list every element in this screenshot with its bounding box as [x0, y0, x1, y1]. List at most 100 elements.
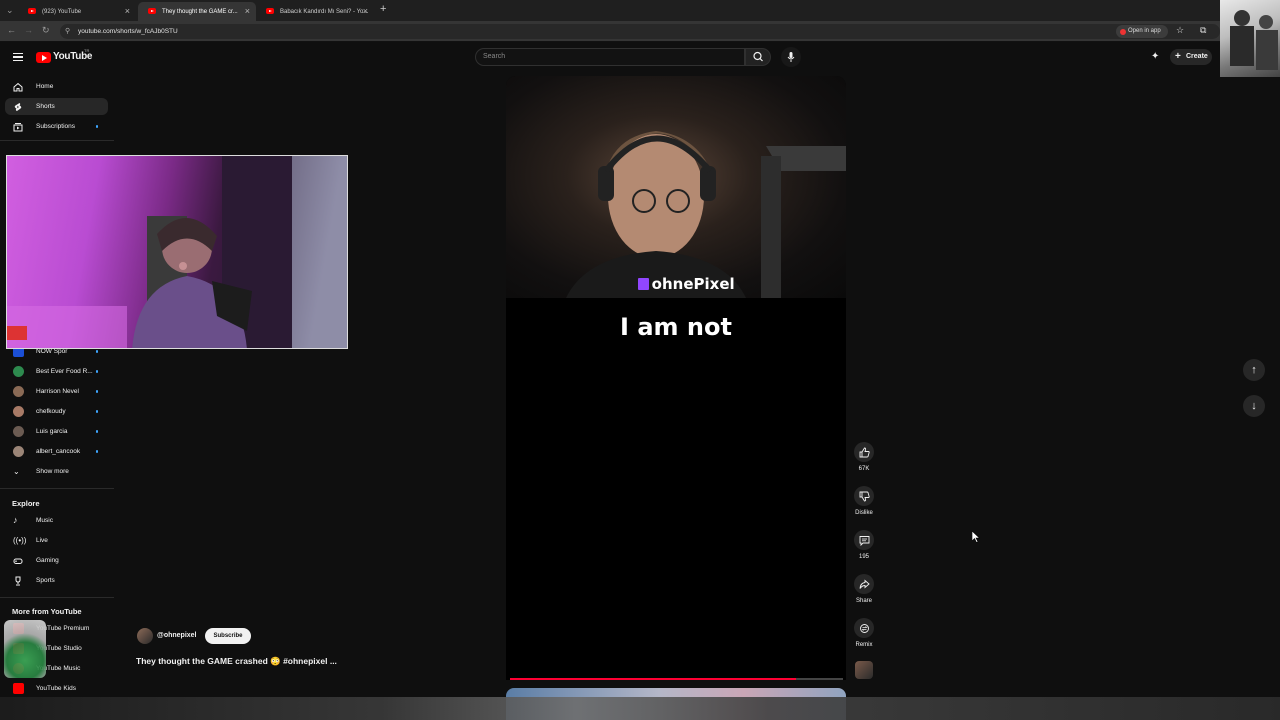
sidebar-item-music[interactable]: ♪ Music — [5, 512, 108, 529]
sidebar-item-subscription[interactable]: Best Ever Food R... — [5, 363, 108, 380]
new-tab-icon[interactable]: + — [380, 3, 386, 15]
search-placeholder: Search — [483, 53, 506, 60]
thumbs-up-icon — [859, 447, 870, 457]
back-icon[interactable]: ← — [7, 25, 16, 35]
thumbs-down-icon — [859, 491, 870, 501]
tab-search-icon[interactable]: ⌄ — [6, 5, 14, 16]
sidebar-divider — [0, 140, 114, 141]
sidebar-item-label: Gaming — [36, 557, 59, 564]
create-button[interactable]: + Create — [1170, 49, 1212, 65]
sidebar-item-subscription[interactable]: Harrison Nevel — [5, 383, 108, 400]
plus-icon: + — [1175, 51, 1181, 62]
next-short-button[interactable]: ↓ — [1243, 395, 1265, 417]
new-content-dot — [95, 430, 98, 433]
open-in-app-label: Open in app — [1128, 28, 1161, 34]
live-icon: ((•)) — [13, 536, 27, 545]
sidebar-item-shorts[interactable]: Shorts — [5, 98, 108, 115]
video-title[interactable]: They thought the GAME crashed 😳 #ohnepix… — [136, 656, 337, 667]
sidebar-item-label: chefkoudy — [36, 408, 66, 415]
streamer-name-overlay: ohnePixel — [636, 275, 735, 293]
video-caption: I am not — [620, 313, 732, 341]
extensions-icon[interactable]: ⧉ — [1200, 25, 1206, 36]
video-progress-fill — [510, 678, 797, 680]
comments-button[interactable]: 195 — [851, 530, 877, 560]
remix-icon — [859, 623, 869, 633]
sound-avatar-thumbnail[interactable] — [855, 661, 873, 679]
new-content-dot — [95, 390, 98, 393]
microphone-icon — [787, 52, 795, 62]
arrow-down-icon: ↓ — [1251, 400, 1257, 412]
video-progress-bar[interactable] — [510, 678, 843, 680]
sidebar-item-label: Music — [36, 517, 53, 524]
background-desktop-strip — [0, 697, 1280, 720]
ai-sparkle-icon[interactable]: ✦ — [1151, 51, 1159, 62]
sidebar-item-gaming[interactable]: Gaming — [5, 552, 108, 569]
like-count: 67K — [858, 466, 870, 472]
forward-icon[interactable]: → — [24, 25, 33, 35]
sidebar-item-label: Home — [36, 83, 54, 90]
subscribe-button[interactable]: Subscribe — [205, 628, 251, 644]
music-icon: ♪ — [13, 515, 18, 525]
share-button[interactable]: Share — [851, 574, 877, 604]
new-content-dot — [95, 450, 98, 453]
new-content-dot — [95, 350, 98, 353]
sidebar-item-youtube-kids[interactable]: YouTube Kids — [5, 680, 108, 697]
explore-heading: Explore — [12, 499, 40, 508]
voice-search-button[interactable] — [781, 47, 801, 67]
comment-icon — [859, 535, 869, 546]
sidebar-item-subscriptions[interactable]: Subscriptions — [5, 118, 108, 135]
sidebar-item-subscription[interactable]: albert_cancook — [5, 443, 108, 460]
gaming-icon — [13, 558, 23, 564]
create-label: Create — [1186, 53, 1208, 60]
home-icon — [13, 82, 23, 92]
dislike-label: Dislike — [855, 510, 873, 516]
menu-icon[interactable] — [13, 53, 23, 61]
browser-tab-strip: ⌄ (923) YouTube × They thought the GAME … — [0, 0, 1280, 21]
sidebar-item-subscription[interactable]: chefkoudy — [5, 403, 108, 420]
channel-avatar[interactable] — [137, 628, 153, 644]
close-tab-icon[interactable]: × — [125, 6, 130, 16]
search-input[interactable]: Search — [475, 48, 745, 66]
webcam-person-icon — [7, 156, 347, 348]
channel-avatar — [13, 426, 24, 437]
streamer-name-text: ohnePixel — [651, 275, 735, 293]
channel-avatar — [13, 446, 24, 457]
shorts-video-player[interactable]: ohnePixel I am not — [506, 76, 846, 680]
sidebar-item-home[interactable]: Home — [5, 78, 108, 95]
sidebar-item-subscription[interactable]: Luis garcia — [5, 423, 108, 440]
channel-avatar — [13, 366, 24, 377]
show-more-button[interactable]: ⌄ Show more — [5, 463, 108, 480]
close-tab-icon[interactable]: × — [363, 6, 368, 16]
site-info-icon[interactable]: ⚲ — [65, 24, 70, 39]
dislike-button[interactable]: Dislike — [851, 486, 877, 516]
url-field[interactable]: ⚲ youtube.com/shorts/w_fcAJb0STU — [60, 24, 1220, 39]
new-content-dot — [95, 370, 98, 373]
tab-short-video[interactable]: They thought the GAME cr... × — [138, 2, 256, 21]
share-arrow-icon — [859, 579, 870, 589]
play-triangle-icon — [42, 55, 47, 61]
sidebar-item-live[interactable]: ((•)) Live — [5, 532, 108, 549]
previous-short-button[interactable]: ↑ — [1243, 359, 1265, 381]
sidebar-item-label: Harrison Nevel — [36, 388, 79, 395]
tab-babacik[interactable]: Babacık Kandırdı Mı Seni? - Yo... × — [256, 2, 374, 21]
tab-youtube[interactable]: (923) YouTube × — [18, 2, 136, 21]
like-button[interactable]: 67K — [851, 442, 877, 472]
show-more-label: Show more — [36, 468, 69, 475]
bookmark-star-icon[interactable]: ☆ — [1176, 25, 1184, 36]
reload-icon[interactable]: ↻ — [42, 25, 50, 36]
more-from-youtube-heading: More from YouTube — [12, 607, 82, 616]
search-button[interactable] — [745, 48, 771, 66]
mouse-cursor-icon — [972, 531, 980, 543]
overlay-jar-image — [4, 620, 46, 678]
search-icon — [753, 51, 763, 62]
youtube-kids-icon — [13, 683, 24, 694]
channel-name[interactable]: @ohnepixel — [157, 632, 197, 639]
remix-button[interactable]: Remix — [851, 618, 877, 648]
people-photo-icon — [1230, 10, 1278, 70]
close-tab-icon[interactable]: × — [245, 6, 250, 16]
sidebar-item-label: Shorts — [36, 103, 55, 110]
youtube-favicon-icon — [148, 8, 156, 14]
tab-label: Babacık Kandırdı Mı Seni? - Yo... — [280, 8, 369, 15]
sidebar-item-sports[interactable]: Sports — [5, 572, 108, 589]
open-in-app-button[interactable]: Open in app — [1116, 25, 1168, 38]
